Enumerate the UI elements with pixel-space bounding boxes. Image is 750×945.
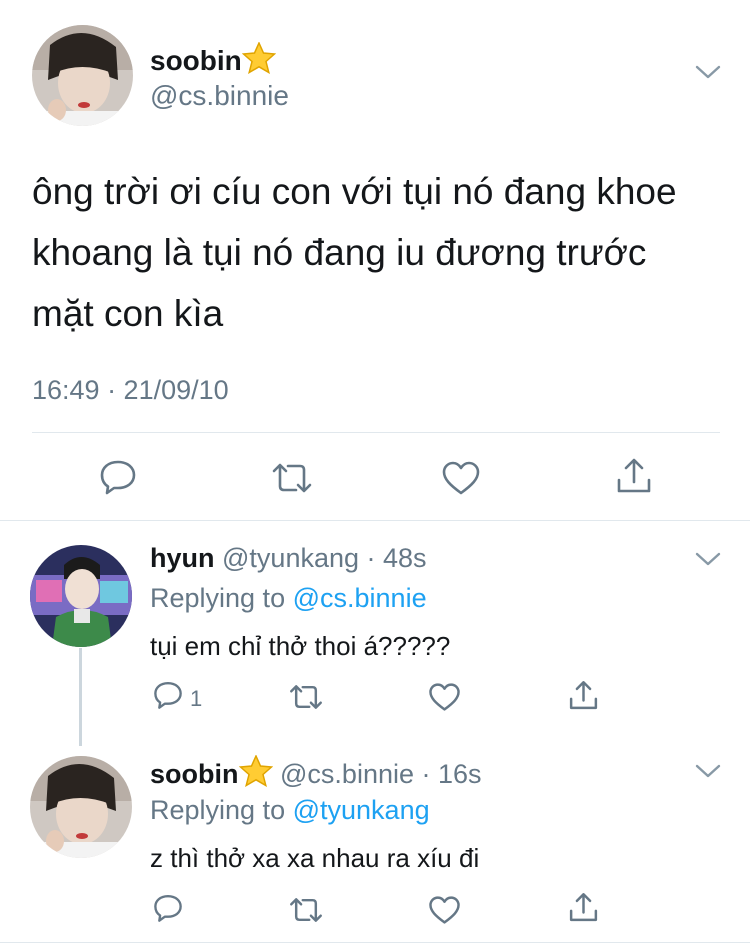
reply-header: soobin @cs.binnie · 16s — [150, 754, 482, 794]
divider — [0, 942, 750, 943]
reply-count: 1 — [190, 686, 203, 711]
mention-link[interactable]: @cs.binnie — [293, 583, 427, 613]
replying-to-label: Replying to — [150, 583, 286, 613]
main-tweet-timestamp[interactable]: 16:49 · 21/09/10 — [32, 375, 229, 406]
reply-time: · 48s — [366, 543, 427, 573]
divider — [32, 432, 720, 433]
main-tweet-avatar[interactable] — [32, 25, 133, 126]
share-icon[interactable] — [614, 456, 654, 496]
chevron-down-icon[interactable] — [694, 62, 722, 82]
main-tweet-name[interactable]: soobin — [150, 41, 277, 81]
like-icon[interactable] — [428, 682, 461, 712]
retweet-icon[interactable] — [270, 460, 314, 496]
mention-link[interactable]: @tyunkang — [293, 795, 430, 825]
reply-handle[interactable]: @tyunkang — [222, 543, 359, 573]
reply-icon[interactable] — [152, 680, 184, 710]
chevron-down-icon[interactable] — [694, 549, 722, 569]
main-tweet-text: ông trời ơi cíu con với tụi nó đang khoe… — [32, 161, 732, 344]
reply-avatar[interactable] — [30, 545, 132, 647]
divider — [0, 520, 750, 521]
star-icon — [238, 754, 273, 794]
thread-line — [79, 648, 82, 746]
like-icon[interactable] — [428, 895, 461, 925]
reply-icon[interactable] — [152, 893, 184, 923]
retweet-icon[interactable] — [288, 682, 324, 712]
main-tweet-handle[interactable]: @cs.binnie — [150, 80, 289, 112]
reply-time: · 16s — [421, 759, 482, 789]
main-tweet-text-line: mặt con kìa — [32, 293, 224, 334]
main-tweet-text-line: ông trời ơi cíu con với tụi nó đang khoe — [32, 171, 677, 212]
reply-text: tụi em chỉ thở thoi á????? — [150, 631, 451, 661]
like-icon[interactable] — [441, 460, 481, 496]
share-icon[interactable] — [567, 679, 600, 712]
main-tweet-text-line: khoang là tụi nó đang iu đương trước — [32, 232, 647, 273]
reply-name[interactable]: hyun — [150, 543, 215, 573]
reply-name[interactable]: soobin — [150, 759, 239, 789]
share-icon[interactable] — [567, 891, 600, 924]
reply-icon[interactable] — [98, 458, 138, 496]
reply-avatar[interactable] — [30, 756, 132, 858]
star-icon — [241, 41, 277, 81]
replying-to-label: Replying to — [150, 795, 286, 825]
reply-handle[interactable]: @cs.binnie — [280, 759, 414, 789]
replying-to: Replying to @cs.binnie — [150, 583, 427, 614]
replying-to: Replying to @tyunkang — [150, 795, 430, 826]
reply-text: z thì thở xa xa nhau ra xíu đi — [150, 843, 480, 873]
reply-header: hyun @tyunkang · 48s — [150, 543, 427, 574]
main-tweet-name-text[interactable]: soobin — [150, 45, 242, 76]
chevron-down-icon[interactable] — [694, 761, 722, 781]
retweet-icon[interactable] — [288, 895, 324, 925]
